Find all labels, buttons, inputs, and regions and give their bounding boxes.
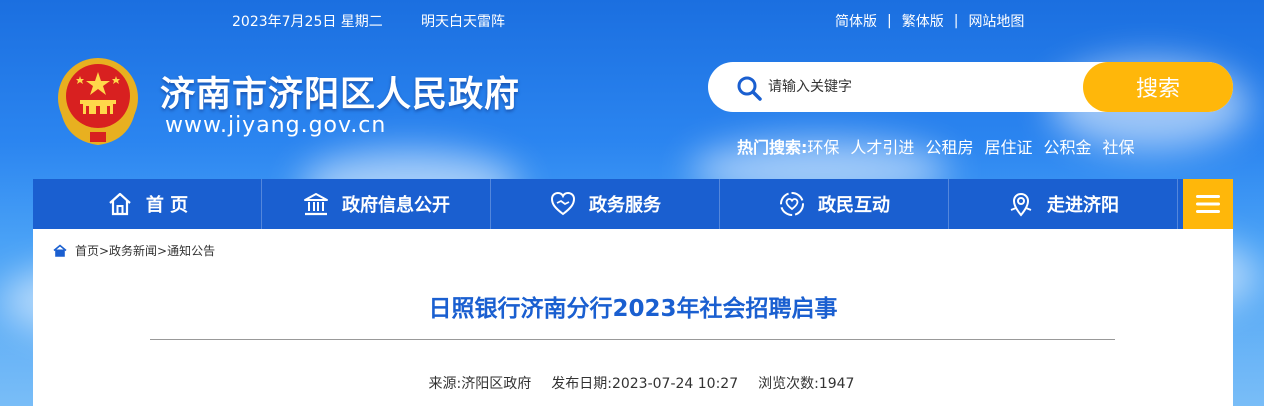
nav-item-gov-services[interactable]: 政务服务	[491, 179, 720, 229]
government-building-icon	[304, 193, 328, 216]
nav-item-label: 首 页	[145, 195, 189, 216]
traditional-chinese-link[interactable]: 繁体版	[902, 11, 944, 31]
hamburger-menu-icon	[1196, 195, 1220, 213]
menu-button[interactable]	[1183, 179, 1233, 229]
article-publish-date: 发布日期:2023-07-24 10:27	[551, 376, 739, 392]
article-meta: 来源:济阳区政府 发布日期:2023-07-24 10:27 浏览次数:1947	[33, 373, 1233, 393]
hot-search-item[interactable]: 社保	[1102, 134, 1134, 158]
breadcrumb-text[interactable]: 首页>政务新闻>通知公告	[75, 242, 215, 259]
article-source: 来源:济阳区政府	[428, 376, 532, 392]
home-icon	[53, 244, 67, 257]
search-input[interactable]	[768, 76, 1068, 98]
simplified-chinese-link[interactable]: 简体版	[835, 11, 877, 31]
current-date: 2023年7月25日 星期二	[232, 14, 383, 30]
main-nav: 首 页 政府信息公开 政务服务 政民互动 走进济阳	[33, 179, 1233, 229]
link-separator: |	[887, 13, 892, 29]
article-views: 浏览次数:1947	[758, 376, 855, 392]
hot-search-item[interactable]: 公租房	[925, 134, 973, 158]
weather-text: 明天白天雷阵	[421, 14, 505, 30]
article-title: 日照银行济南分行2023年社会招聘启事	[428, 296, 838, 322]
breadcrumb: 首页>政务新闻>通知公告	[53, 242, 215, 259]
hot-search-item[interactable]: 人才引进	[850, 134, 914, 158]
nav-item-gov-info[interactable]: 政府信息公开	[262, 179, 491, 229]
search-icon	[737, 76, 762, 101]
nav-item-label: 政府信息公开	[342, 195, 450, 216]
people-heart-icon	[780, 192, 804, 216]
national-emblem-icon	[58, 58, 138, 146]
search-box: 搜索	[708, 62, 1233, 112]
sitemap-link[interactable]: 网站地图	[968, 11, 1024, 31]
nav-item-interaction[interactable]: 政民互动	[720, 179, 949, 229]
hot-search-item[interactable]: 环保	[807, 134, 839, 158]
site-title: 济南市济阳区人民政府	[160, 75, 521, 115]
home-icon	[109, 192, 131, 216]
map-pin-icon	[1010, 192, 1032, 217]
title-divider	[150, 339, 1115, 340]
link-separator: |	[953, 13, 959, 29]
search-button[interactable]: 搜索	[1083, 62, 1233, 112]
site-url: www.jiyang.gov.cn	[165, 113, 387, 138]
nav-item-about-jiyang[interactable]: 走进济阳	[949, 179, 1178, 229]
nav-item-label: 走进济阳	[1047, 195, 1119, 216]
article-panel: 首页>政务新闻>通知公告 日照银行济南分行2023年社会招聘启事 来源:济阳区政…	[33, 229, 1233, 406]
hot-searches: 热门搜索: 环保 人才引进 公租房 居住证 公积金 社保	[737, 134, 1146, 158]
hot-search-item[interactable]: 公积金	[1043, 134, 1091, 158]
nav-item-label: 政务服务	[589, 195, 661, 216]
hot-search-item[interactable]: 居住证	[984, 134, 1032, 158]
hot-search-label: 热门搜索:	[737, 138, 808, 157]
nav-item-home[interactable]: 首 页	[33, 179, 262, 229]
nav-item-label: 政民互动	[818, 195, 890, 216]
handshake-heart-icon	[550, 191, 576, 216]
top-bar: 2023年7月25日 星期二 明天白天雷阵 简体版 | 繁体版 | 网站地图	[0, 10, 1264, 32]
top-links: 简体版 | 繁体版 | 网站地图	[835, 11, 1024, 31]
